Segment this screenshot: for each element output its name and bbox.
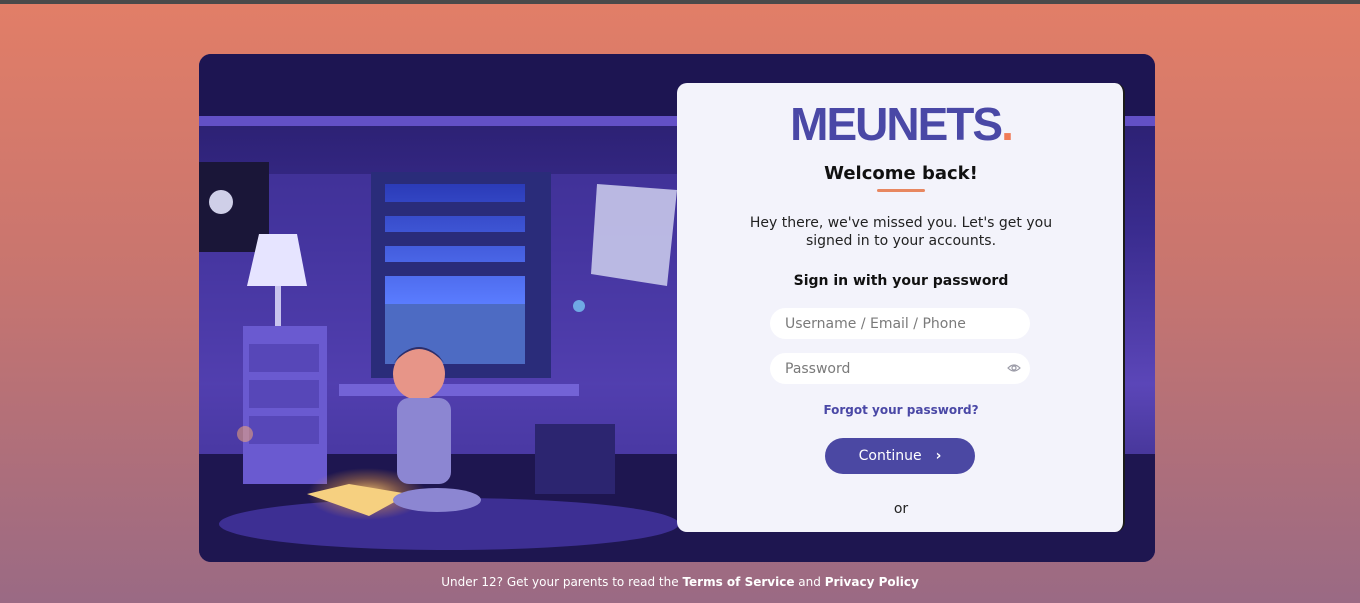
footer-prefix: Under 12? Get your parents to read the xyxy=(441,575,679,589)
continue-label: Continue xyxy=(858,448,922,464)
welcome-subtitle: Hey there, we've missed you. Let's get y… xyxy=(749,215,1053,249)
terms-of-service-link[interactable]: Terms of Service xyxy=(682,575,794,589)
password-input[interactable] xyxy=(770,353,1030,384)
continue-button[interactable]: Continue › xyxy=(825,438,975,474)
login-card: MEUNETS. Welcome back! Hey there, we've … xyxy=(199,54,1155,562)
logo-dot: . xyxy=(1001,98,1014,150)
signin-heading: Sign in with your password xyxy=(793,273,1009,289)
welcome-title: Welcome back! xyxy=(824,163,978,184)
eye-icon[interactable] xyxy=(1007,362,1021,374)
browser-top-bar xyxy=(0,0,1360,4)
login-panel: MEUNETS. Welcome back! Hey there, we've … xyxy=(677,83,1125,532)
password-field-wrapper xyxy=(770,353,1030,384)
footer-joiner: and xyxy=(798,575,821,589)
forgot-password-link[interactable]: Forgot your password? xyxy=(677,403,1125,417)
meunets-logo: MEUNETS. xyxy=(677,97,1125,151)
chevron-right-icon: › xyxy=(935,448,942,464)
footer-notice: Under 12? Get your parents to read the T… xyxy=(0,575,1360,589)
title-underline xyxy=(877,189,925,192)
username-field-wrapper xyxy=(770,308,1030,339)
logo-text: MEUNETS xyxy=(790,98,1003,150)
privacy-policy-link[interactable]: Privacy Policy xyxy=(825,575,919,589)
or-divider: or xyxy=(893,501,909,517)
username-input[interactable] xyxy=(770,308,1030,339)
